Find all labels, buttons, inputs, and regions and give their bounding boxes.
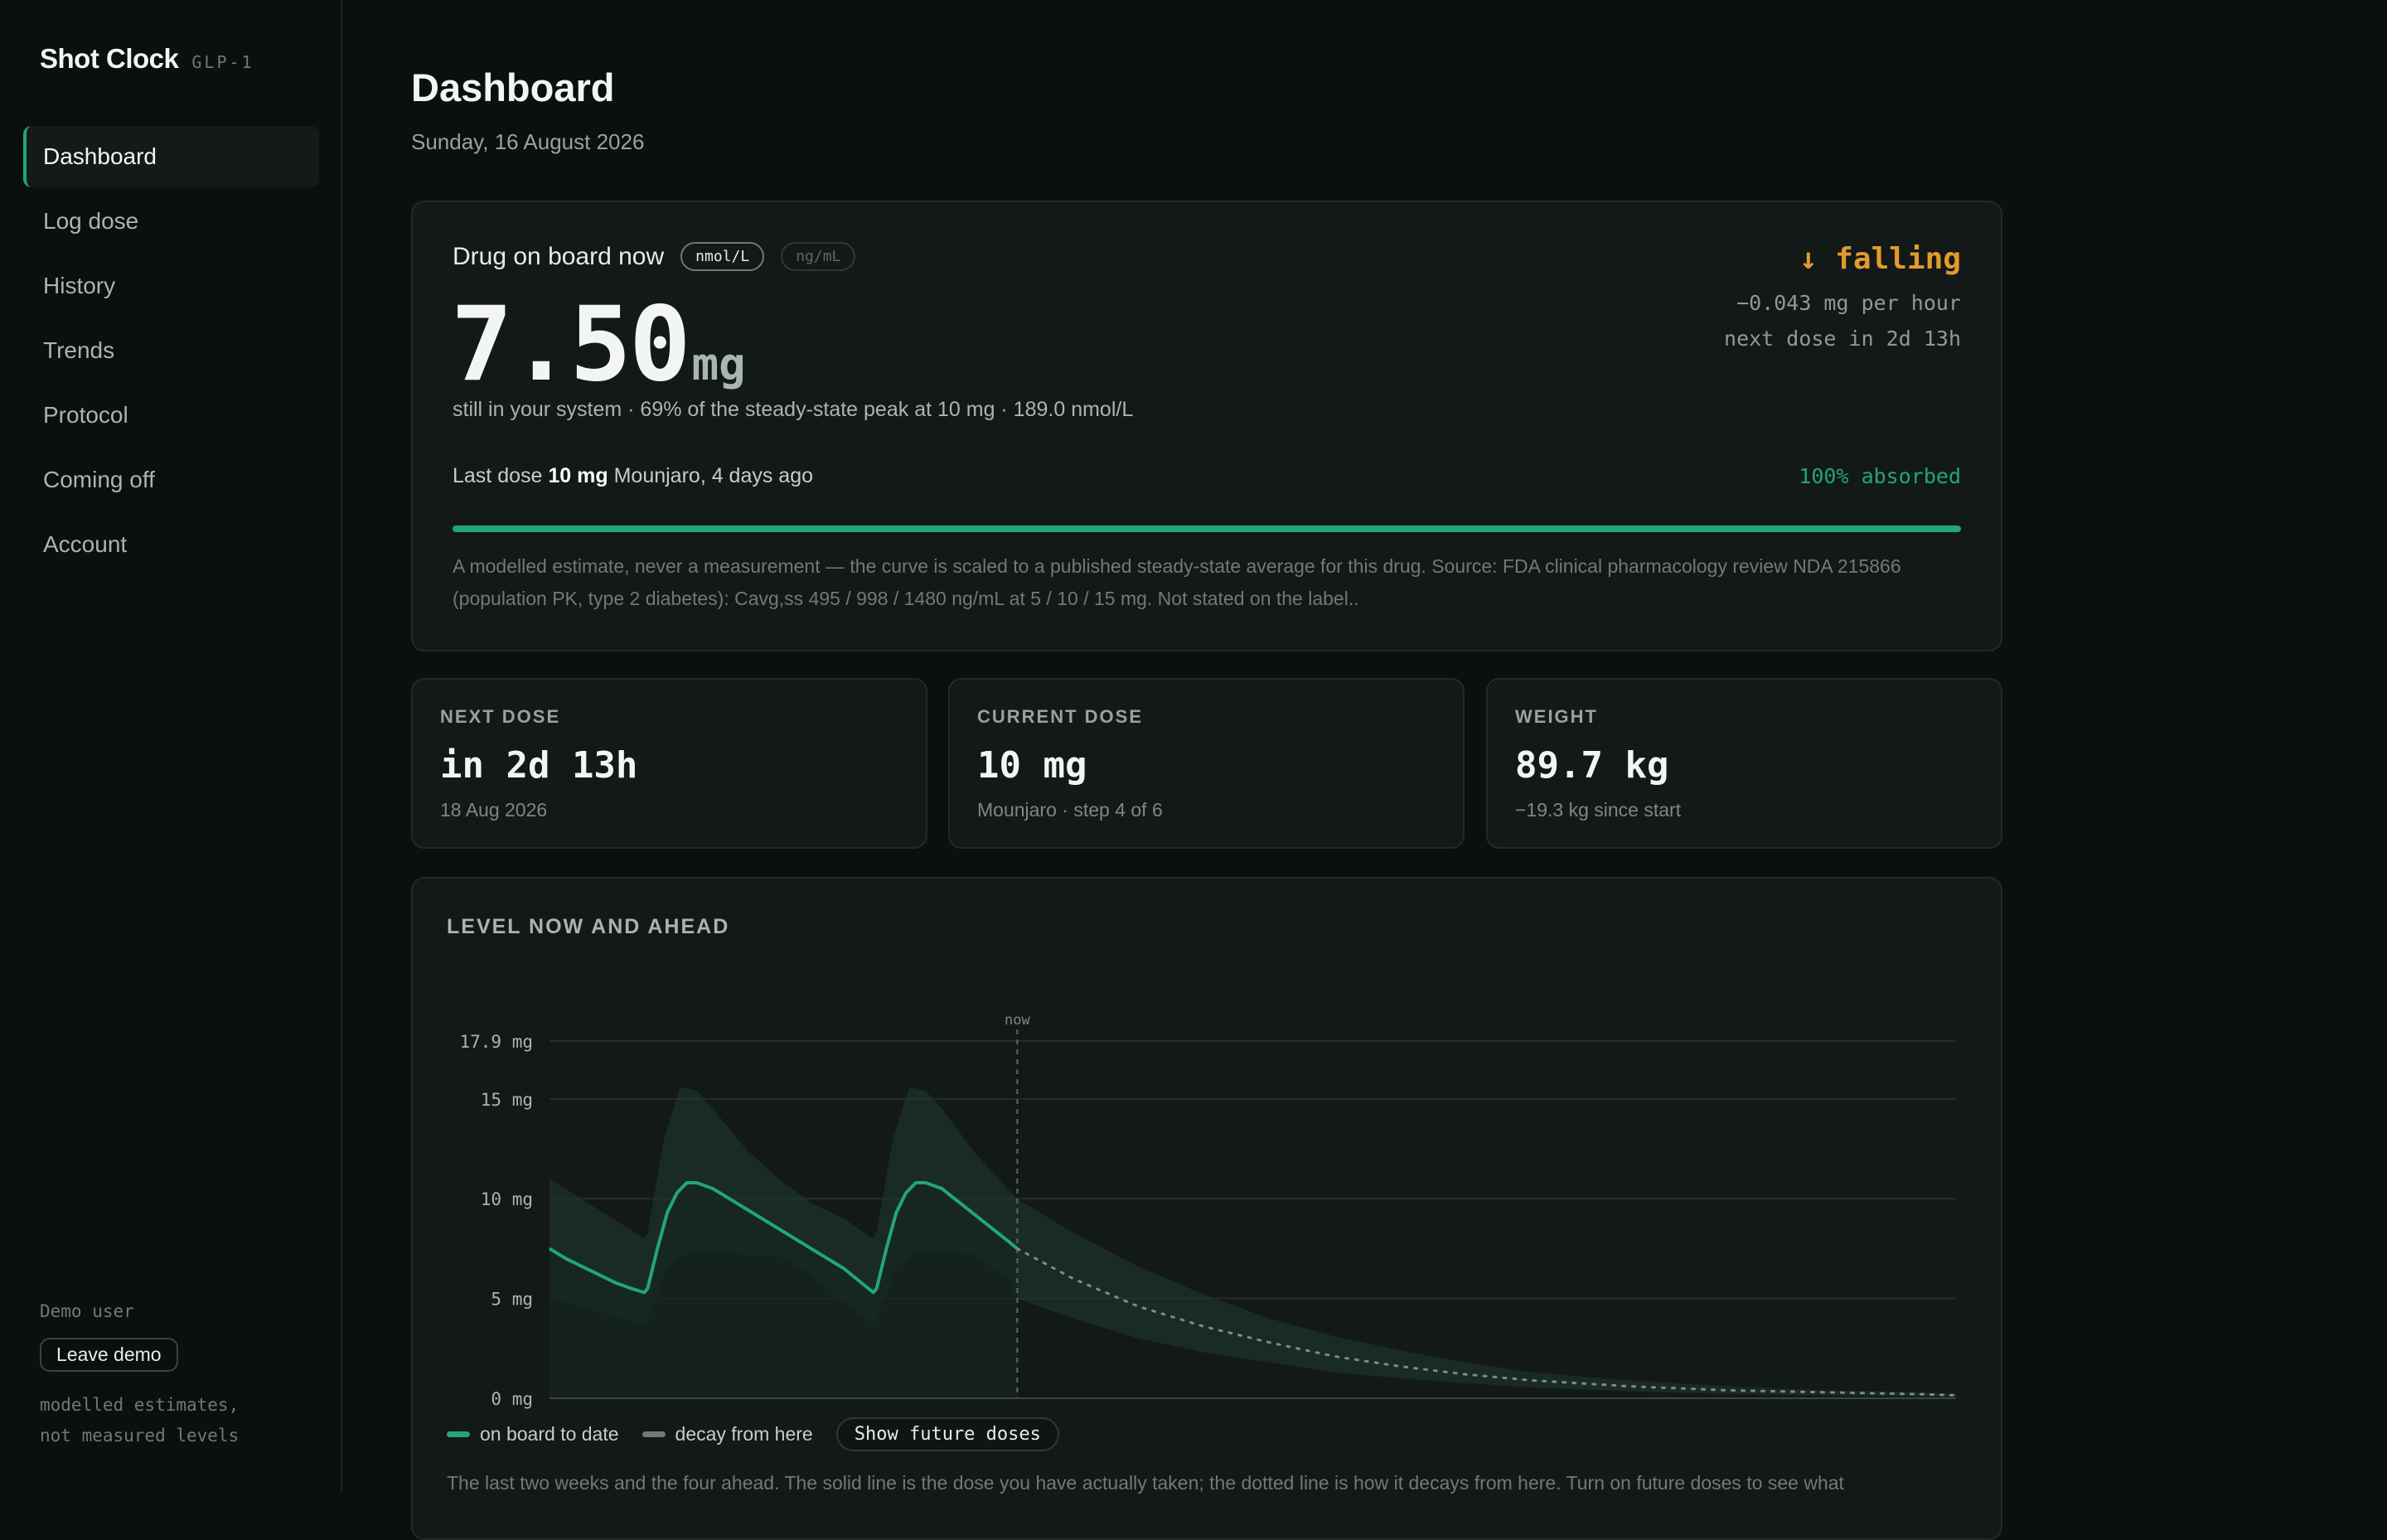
y-tick-label: 15 mg: [481, 1090, 533, 1110]
drug-on-board-card: Drug on board now nmol/L ng/mL 7.50 mg ↓…: [411, 201, 2002, 651]
sidebar-item-dashboard[interactable]: Dashboard: [23, 126, 319, 187]
absorbed-status: 100% absorbed: [1799, 464, 1961, 488]
stat-sub: 18 Aug 2026: [440, 799, 548, 821]
leave-demo-button[interactable]: Leave demo: [40, 1338, 178, 1372]
trend-panel: ↓ falling −0.043 mg per hour next dose i…: [1724, 242, 1961, 351]
level-chart-card: LEVEL NOW AND AHEAD 0 mg 5 mg 10 mg 15 mg 17…: [411, 877, 2002, 1540]
absorption-progress-fill: [453, 525, 1961, 532]
chart-footnote: The last two weeks and the four ahead. T…: [447, 1472, 1844, 1494]
stat-sub: −19.3 kg since start: [1515, 799, 1682, 821]
chart-title: LEVEL NOW AND AHEAD: [447, 915, 730, 938]
last-dose-amount: 10 mg: [548, 464, 608, 487]
legend-label: decay from here: [675, 1423, 813, 1445]
next-dose-card: NEXT DOSE in 2d 13h 18 Aug 2026: [411, 678, 927, 849]
sidebar-nav: Dashboard Log dose History Trends Protoc…: [23, 126, 319, 579]
sidebar-item-coming-off[interactable]: Coming off: [23, 449, 319, 511]
sidebar-note: modelled estimates, not measured levels: [40, 1395, 240, 1446]
y-tick-label: 10 mg: [481, 1189, 533, 1209]
y-tick-label: 5 mg: [491, 1290, 533, 1310]
absorption-progress: [453, 525, 1961, 532]
sidebar-item-trends[interactable]: Trends: [23, 320, 319, 381]
stat-sub: Mounjaro · step 4 of 6: [977, 799, 1163, 821]
sidebar-item-history[interactable]: History: [23, 255, 319, 317]
legend-swatch-on-board: [447, 1431, 470, 1437]
hero-label-row: Drug on board now nmol/L ng/mL: [453, 242, 856, 271]
decay-rate: −0.043 mg per hour: [1736, 291, 1961, 315]
sidebar-item-account[interactable]: Account: [23, 514, 319, 575]
level-chart: 0 mg5 mg10 mg15 mg17.9 mg2 Aug5 Aug8 Aug…: [459, 1012, 1958, 1409]
stat-label: WEIGHT: [1515, 706, 1598, 727]
legend-label: on board to date: [480, 1423, 619, 1445]
page-title: Dashboard: [411, 65, 615, 109]
level-number: 7.50: [451, 285, 691, 404]
now-label: now: [1005, 1012, 1030, 1029]
last-dose-prefix: Last dose: [453, 464, 543, 487]
page-date: Sunday, 16 August 2026: [411, 129, 645, 154]
legend-swatch-decay: [642, 1431, 666, 1437]
stat-label: CURRENT DOSE: [977, 706, 1144, 727]
hero-label: Drug on board now: [453, 242, 665, 270]
legend-on-board: on board to date: [447, 1423, 619, 1446]
sidebar: Shot Clock GLP-1 Dashboard Log dose Hist…: [0, 0, 342, 1492]
app-name: Shot Clock: [40, 43, 179, 74]
stat-label: NEXT DOSE: [440, 706, 561, 727]
y-tick-label: 17.9 mg: [459, 1032, 533, 1052]
trend-indicator: ↓ falling: [1799, 242, 1961, 276]
level-value: 7.50 mg: [451, 285, 746, 404]
chart-legend: on board to date decay from here Show fu…: [447, 1417, 1059, 1451]
stat-value: 89.7 kg: [1515, 744, 1669, 787]
sidebar-footer: Demo user Leave demo modelled estimates,…: [40, 1301, 239, 1451]
stat-value: 10 mg: [977, 744, 1087, 787]
level-unit: mg: [691, 338, 746, 390]
legend-decay: decay from here: [642, 1423, 813, 1446]
level-subtitle: still in your system · 69% of the steady…: [453, 398, 1134, 421]
weight-card: WEIGHT 89.7 kg −19.3 kg since start: [1486, 678, 2002, 849]
demo-user-label: Demo user: [40, 1301, 134, 1321]
sidebar-item-protocol[interactable]: Protocol: [23, 385, 319, 446]
sidebar-item-log-dose[interactable]: Log dose: [23, 191, 319, 252]
model-disclaimer: A modelled estimate, never a measurement…: [453, 555, 1901, 609]
brand: Shot Clock GLP-1: [40, 43, 254, 75]
last-dose-detail: Mounjaro, 4 days ago: [613, 464, 814, 487]
app-tag: GLP-1: [191, 52, 254, 72]
last-dose: Last dose 10 mg Mounjaro, 4 days ago: [453, 464, 813, 488]
next-dose-countdown: next dose in 2d 13h: [1724, 327, 1961, 351]
unit-toggle-nmol[interactable]: nmol/L: [680, 242, 765, 271]
show-future-doses-button[interactable]: Show future doses: [835, 1417, 1059, 1451]
stat-value: in 2d 13h: [440, 744, 638, 787]
unit-toggle-ngml[interactable]: ng/mL: [781, 242, 856, 271]
y-tick-label: 0 mg: [491, 1389, 533, 1409]
current-dose-card: CURRENT DOSE 10 mg Mounjaro · step 4 of …: [948, 678, 1465, 849]
